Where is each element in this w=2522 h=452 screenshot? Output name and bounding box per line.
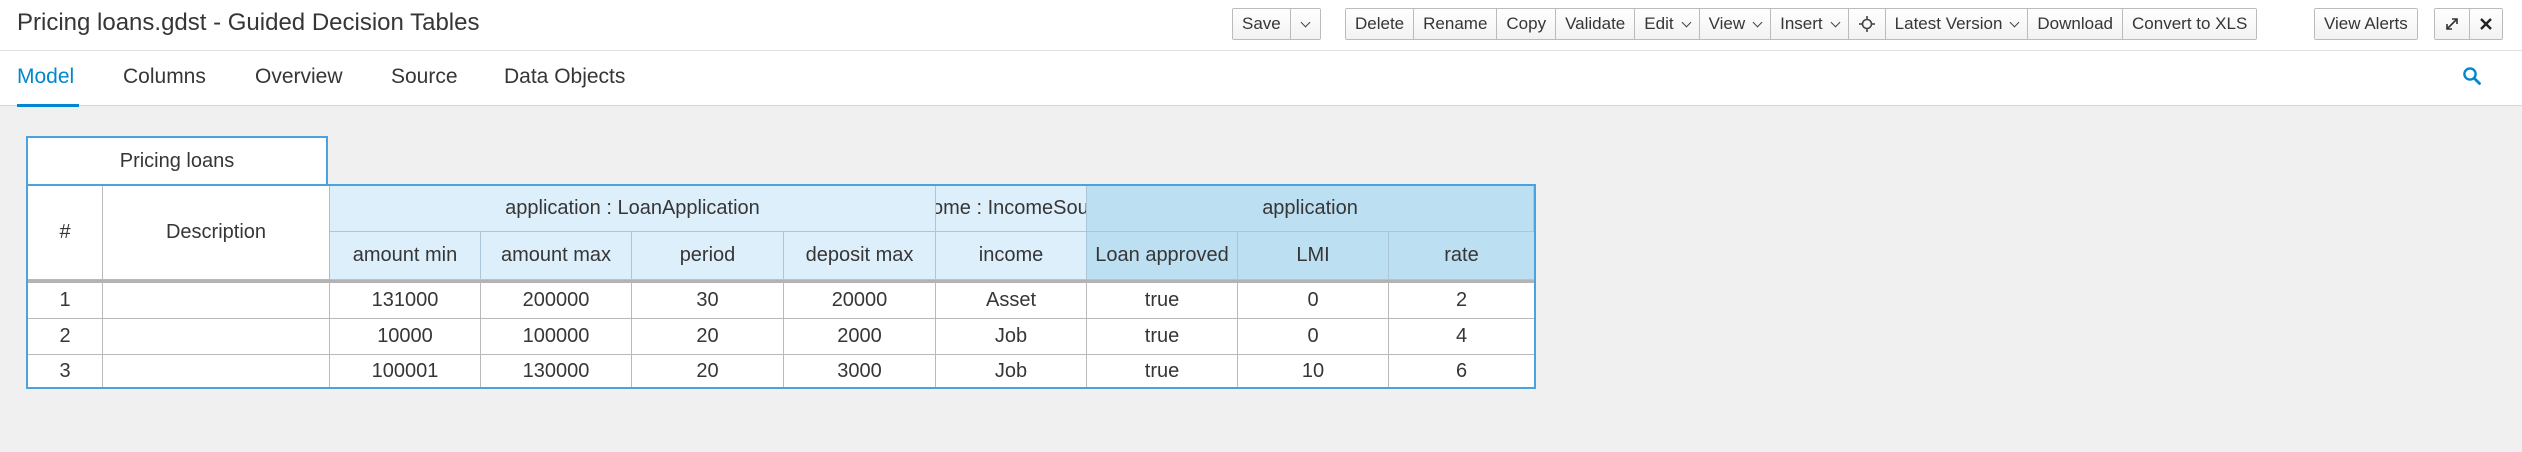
close-icon — [2480, 18, 2492, 30]
edit-menu-label: Edit — [1644, 14, 1674, 33]
delete-button[interactable]: Delete — [1346, 9, 1414, 39]
table-cell[interactable]: 10 — [1238, 355, 1389, 387]
page-title: Pricing loans.gdst - Guided Decision Tab… — [17, 9, 480, 36]
description-header[interactable]: Description — [103, 186, 330, 280]
column-header[interactable]: LMI — [1238, 232, 1389, 280]
window-controls — [2434, 8, 2503, 40]
table-cell[interactable]: 3000 — [784, 355, 936, 387]
table-cell[interactable]: 20 — [632, 319, 784, 355]
crosshair-button[interactable] — [1847, 9, 1885, 39]
tab-model[interactable]: Model — [17, 65, 74, 89]
chevron-down-icon — [1681, 17, 1692, 27]
crosshair-icon — [1858, 16, 1875, 32]
table-cell[interactable]: 4 — [1389, 319, 1534, 355]
view-menu-label: View — [1708, 14, 1746, 33]
condition-group-label: ome : IncomeSou — [936, 197, 1087, 219]
rename-button[interactable]: Rename — [1413, 9, 1497, 39]
column-header[interactable]: amount min — [330, 232, 481, 280]
table-cell[interactable]: 131000 — [330, 283, 481, 319]
table-cell[interactable]: 2000 — [784, 319, 936, 355]
title-bar: Pricing loans.gdst - Guided Decision Tab… — [0, 0, 2522, 50]
chevron-down-icon — [1300, 17, 1311, 27]
table-cell[interactable]: true — [1087, 283, 1238, 319]
table-cell[interactable]: 20000 — [784, 283, 936, 319]
active-tab-indicator — [17, 104, 79, 107]
chevron-down-icon — [1752, 17, 1763, 27]
condition-group-header[interactable]: ome : IncomeSou — [936, 186, 1087, 232]
validate-button[interactable]: Validate — [1555, 9, 1635, 39]
latest-version-menu[interactable]: Latest Version — [1884, 9, 2028, 39]
column-header[interactable]: Loan approved — [1087, 232, 1238, 280]
table-cell[interactable]: 2 — [1389, 283, 1534, 319]
table-cell[interactable]: Asset — [936, 283, 1087, 319]
table-cell[interactable]: 30 — [632, 283, 784, 319]
table-cell[interactable]: 200000 — [481, 283, 632, 319]
editor-toolbar: Delete Rename Copy Validate Edit View In… — [1345, 8, 2258, 40]
edit-menu[interactable]: Edit — [1634, 9, 1699, 39]
table-cell[interactable]: 130000 — [481, 355, 632, 387]
row-number-header[interactable]: # — [28, 186, 103, 280]
search-icon[interactable] — [2462, 66, 2482, 86]
insert-menu[interactable]: Insert — [1770, 9, 1848, 39]
chevron-down-icon — [2009, 17, 2020, 27]
latest-version-label: Latest Version — [1894, 14, 2003, 33]
column-header[interactable]: income — [936, 232, 1087, 280]
row-number-cell[interactable]: 2 — [28, 319, 103, 355]
column-header[interactable]: period — [632, 232, 784, 280]
table-cell[interactable]: 10000 — [330, 319, 481, 355]
table-cell[interactable]: 0 — [1238, 319, 1389, 355]
table-cell[interactable]: 6 — [1389, 355, 1534, 387]
view-alerts-button[interactable]: View Alerts — [2315, 9, 2417, 39]
tab-overview[interactable]: Overview — [255, 65, 343, 89]
description-cell[interactable] — [103, 319, 330, 355]
table-cell[interactable]: 20 — [632, 355, 784, 387]
expand-icon — [2446, 18, 2458, 30]
column-header[interactable]: amount max — [481, 232, 632, 280]
column-header[interactable]: rate — [1389, 232, 1534, 280]
table-cell[interactable]: true — [1087, 319, 1238, 355]
close-button[interactable] — [2469, 9, 2502, 39]
table-cell[interactable]: Job — [936, 355, 1087, 387]
condition-group-header[interactable]: application : LoanApplication — [330, 186, 936, 232]
tab-bar: Model Columns Overview Source Data Objec… — [0, 50, 2522, 107]
maximize-button[interactable] — [2435, 9, 2469, 39]
tab-columns[interactable]: Columns — [123, 65, 206, 89]
save-button-group: Save — [1232, 8, 1321, 40]
chevron-down-icon — [1830, 17, 1841, 27]
tab-source[interactable]: Source — [391, 65, 458, 89]
view-menu[interactable]: View — [1698, 9, 1771, 39]
download-button[interactable]: Download — [2027, 9, 2123, 39]
view-alerts-group: View Alerts — [2314, 8, 2418, 40]
description-cell[interactable] — [103, 283, 330, 319]
tab-data-objects[interactable]: Data Objects — [504, 65, 625, 89]
action-group-header[interactable]: application — [1087, 186, 1534, 232]
convert-to-xls-button[interactable]: Convert to XLS — [2122, 9, 2257, 39]
table-cell[interactable]: 0 — [1238, 283, 1389, 319]
description-cell[interactable] — [103, 355, 330, 387]
row-number-cell[interactable]: 1 — [28, 283, 103, 319]
save-button[interactable]: Save — [1233, 9, 1290, 39]
table-cell[interactable]: 100001 — [330, 355, 481, 387]
row-number-cell[interactable]: 3 — [28, 355, 103, 387]
column-header[interactable]: deposit max — [784, 232, 936, 280]
table-caption: Pricing loans — [26, 136, 328, 185]
decision-table: # Description application : LoanApplicat… — [26, 184, 1536, 389]
table-cell[interactable]: Job — [936, 319, 1087, 355]
copy-button[interactable]: Copy — [1496, 9, 1556, 39]
table-cell[interactable]: 100000 — [481, 319, 632, 355]
insert-menu-label: Insert — [1780, 14, 1823, 33]
table-cell[interactable]: true — [1087, 355, 1238, 387]
save-options-dropdown[interactable] — [1289, 9, 1320, 39]
